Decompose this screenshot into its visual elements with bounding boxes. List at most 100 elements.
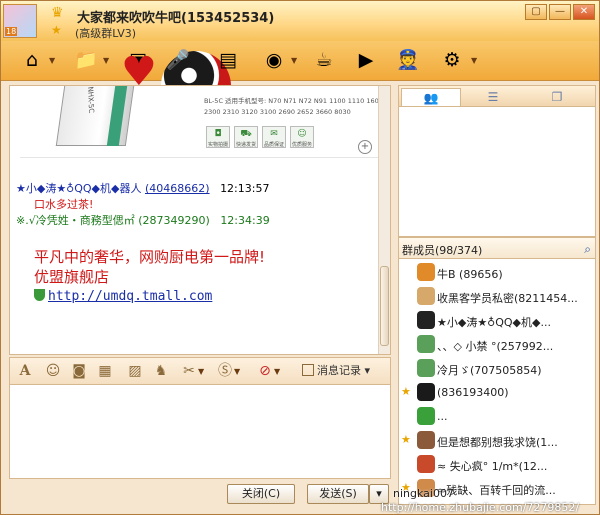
ad-tag: ✉ 品质保证 [262, 126, 286, 148]
message-sender[interactable]: ※.√冷凭姓・商務型偲㎡ [16, 214, 135, 227]
watermark-url: http://home.zhubajie.com/7279852/ [381, 501, 580, 514]
message-time: 12:13:57 [220, 182, 270, 195]
member-row[interactable]: ★ (836193400) [399, 381, 595, 405]
image-icon[interactable]: ▨ [126, 362, 144, 380]
clock-icon [302, 364, 314, 376]
avatar [417, 359, 435, 377]
ad-tag: ⛟ 快递发货 [234, 126, 258, 148]
right-panel-tabs: 👥 ☰ ❐ [398, 85, 596, 107]
window-controls: ▢ — ✕ [525, 4, 595, 20]
member-list[interactable]: 牛B (89656) 收黑客学员私密(8211454... ★小◆涛★♁QQ◆机… [398, 259, 596, 505]
whiteboard-icon[interactable]: ▤ [213, 45, 243, 75]
avatar [417, 407, 435, 425]
message-history-button[interactable]: 消息记录 ▾ [302, 362, 370, 378]
chevron-down-icon[interactable]: ▼ [49, 56, 55, 65]
folder-icon[interactable]: 📁 [71, 45, 101, 75]
avatar [417, 263, 435, 281]
restore-button[interactable]: ▢ [525, 4, 547, 20]
chat-history[interactable]: NHX-5C BL-5C 适用手机型号: N70 N71 N72 N91 110… [9, 85, 391, 355]
tab-members[interactable]: 👥 [401, 88, 461, 106]
main-toolbar: ⌂ ▼ 📁 ▼ ▣ ♥ 🎤 ▤ ◉ ▼ ☕ ▶ 👮 ⚙ ▼ [1, 41, 599, 121]
member-row[interactable]: ★ 但是想都别想我求饶(1... [399, 429, 595, 453]
send-button[interactable]: 发送(S) [307, 484, 369, 504]
close-button[interactable]: 关闭(C) [227, 484, 295, 504]
message-time: 12:34:39 [220, 214, 270, 227]
scissors-icon[interactable]: ✂ [180, 362, 198, 380]
message-sender[interactable]: ★小◆涛★♁QQ◆机◆器人 [16, 182, 141, 195]
block-icon[interactable]: ⊘ [256, 362, 274, 380]
video-icon[interactable]: ▶ [351, 45, 381, 75]
message-header: ※.√冷凭姓・商務型偲㎡ (287349290) 12:34:39 [16, 212, 270, 228]
heart-icon: ♥ [121, 49, 157, 95]
battery-product-image: NHX-5C [55, 86, 135, 146]
message-text: 口水多过茶! [34, 198, 94, 211]
gift-icon[interactable]: ♞ [152, 362, 170, 380]
members-header: 群成员(98/374) ⌕ [398, 237, 596, 259]
product-ad-image: NHX-5C BL-5C 适用手机型号: N70 N71 N72 N91 110… [20, 86, 383, 158]
ad-tag: ◘ 实物拍摄 [206, 126, 230, 148]
ad-text-line: 优盟旗舰店 [34, 268, 110, 286]
chevron-down-icon[interactable]: ▼ [234, 367, 240, 376]
chevron-down-icon[interactable]: ▼ [471, 56, 477, 65]
avatar [417, 335, 435, 353]
member-row[interactable]: 冷月ゞ(707505854) [399, 357, 595, 381]
avatar [417, 287, 435, 305]
ad-tag: ☺ 优质服务 [290, 126, 314, 148]
chat-scrollbar[interactable] [378, 86, 390, 354]
avatar-badge: 18 [5, 27, 18, 36]
chevron-down-icon[interactable]: ▼ [198, 367, 204, 376]
avatar [417, 311, 435, 329]
member-row[interactable]: 牛B (89656) [399, 261, 595, 285]
zoom-icon[interactable]: + [358, 140, 372, 154]
right-panel-content [398, 107, 596, 237]
smiley-icon[interactable]: ☺ [44, 362, 62, 380]
group-level: (高级群LV3) [75, 27, 137, 40]
member-row[interactable]: ... [399, 405, 595, 429]
shield-icon [34, 289, 45, 301]
tab-announcements[interactable]: ☰ [463, 88, 523, 106]
close-window-button[interactable]: ✕ [573, 4, 595, 20]
coffee-icon[interactable]: ☕ [309, 45, 339, 75]
music-icon[interactable]: Ⓢ [216, 362, 234, 380]
magic-face-icon[interactable]: ◙ [70, 362, 88, 380]
chevron-down-icon[interactable]: ▼ [274, 367, 280, 376]
search-icon[interactable]: ⌕ [584, 242, 591, 257]
font-icon[interactable]: A [16, 362, 34, 380]
ad-specs: BL-5C 适用手机型号: N70 N71 N72 N91 1100 1110 … [204, 97, 383, 116]
message-sender-uid[interactable]: (40468662) [145, 182, 210, 195]
member-row[interactable]: ≈ 失心疯° 1/m*(12... [399, 453, 595, 477]
members-count: 群成员(98/374) [402, 244, 483, 257]
ad-link-text[interactable]: http://umdq.tmall.com [48, 289, 212, 304]
police-icon[interactable]: 👮 [393, 45, 423, 75]
chevron-down-icon[interactable]: ▼ [103, 56, 109, 65]
webcam-icon[interactable]: ◉ [259, 45, 289, 75]
avatar [417, 383, 435, 401]
chevron-down-icon[interactable]: ▼ [291, 56, 297, 65]
window-title: 大家都来吹吹牛吧(153452534) [77, 11, 275, 26]
message-sender-uid: (287349290) [138, 214, 210, 227]
avatar [417, 431, 435, 449]
avatar [417, 455, 435, 473]
input-toolbar: A ☺ ◙ ▦ ▨ ♞ ✂ ▼ Ⓢ ▼ ⊘ ▼ 消息记录 ▾ [9, 357, 391, 385]
title-bar: 18 ♛ ★ 大家都来吹吹牛吧(153452534) (高级群LV3) ▢ — … [1, 1, 599, 41]
member-row[interactable]: ★小◆涛★♁QQ◆机◆... [399, 309, 595, 333]
minimize-button[interactable]: — [549, 4, 571, 20]
message-input[interactable] [9, 385, 391, 479]
member-row[interactable]: 、、◇ 小禁 °(257992... [399, 333, 595, 357]
tab-files[interactable]: ❐ [527, 88, 587, 106]
message-header: ★小◆涛★♁QQ◆机◆器人 (40468662) 12:13:57 [16, 180, 269, 196]
home-icon[interactable]: ⌂ [17, 45, 47, 75]
watermark-user: ningkai007 [393, 487, 454, 500]
ad-text-line: 平凡中的奢华，网购厨电第一品牌! [34, 248, 266, 266]
group-avatar[interactable]: 18 [3, 4, 37, 38]
voice-icon[interactable]: 🎤 [163, 45, 193, 75]
ad-link[interactable]: http://umdq.tmall.com [34, 289, 212, 304]
screen-shake-icon[interactable]: ▦ [96, 362, 114, 380]
scrollbar-thumb[interactable] [380, 266, 389, 346]
crown-icon: ♛ [51, 5, 64, 21]
star-icon: ★ [51, 23, 62, 37]
member-row[interactable]: 收黑客学员私密(8211454... [399, 285, 595, 309]
ad-tags: ◘ 实物拍摄 ⛟ 快递发货 ✉ 品质保证 ☺ 优质服务 [206, 126, 314, 148]
qq-group-chat-window: 18 ♛ ★ 大家都来吹吹牛吧(153452534) (高级群LV3) ▢ — … [0, 0, 600, 515]
gear-icon[interactable]: ⚙ [437, 45, 467, 75]
